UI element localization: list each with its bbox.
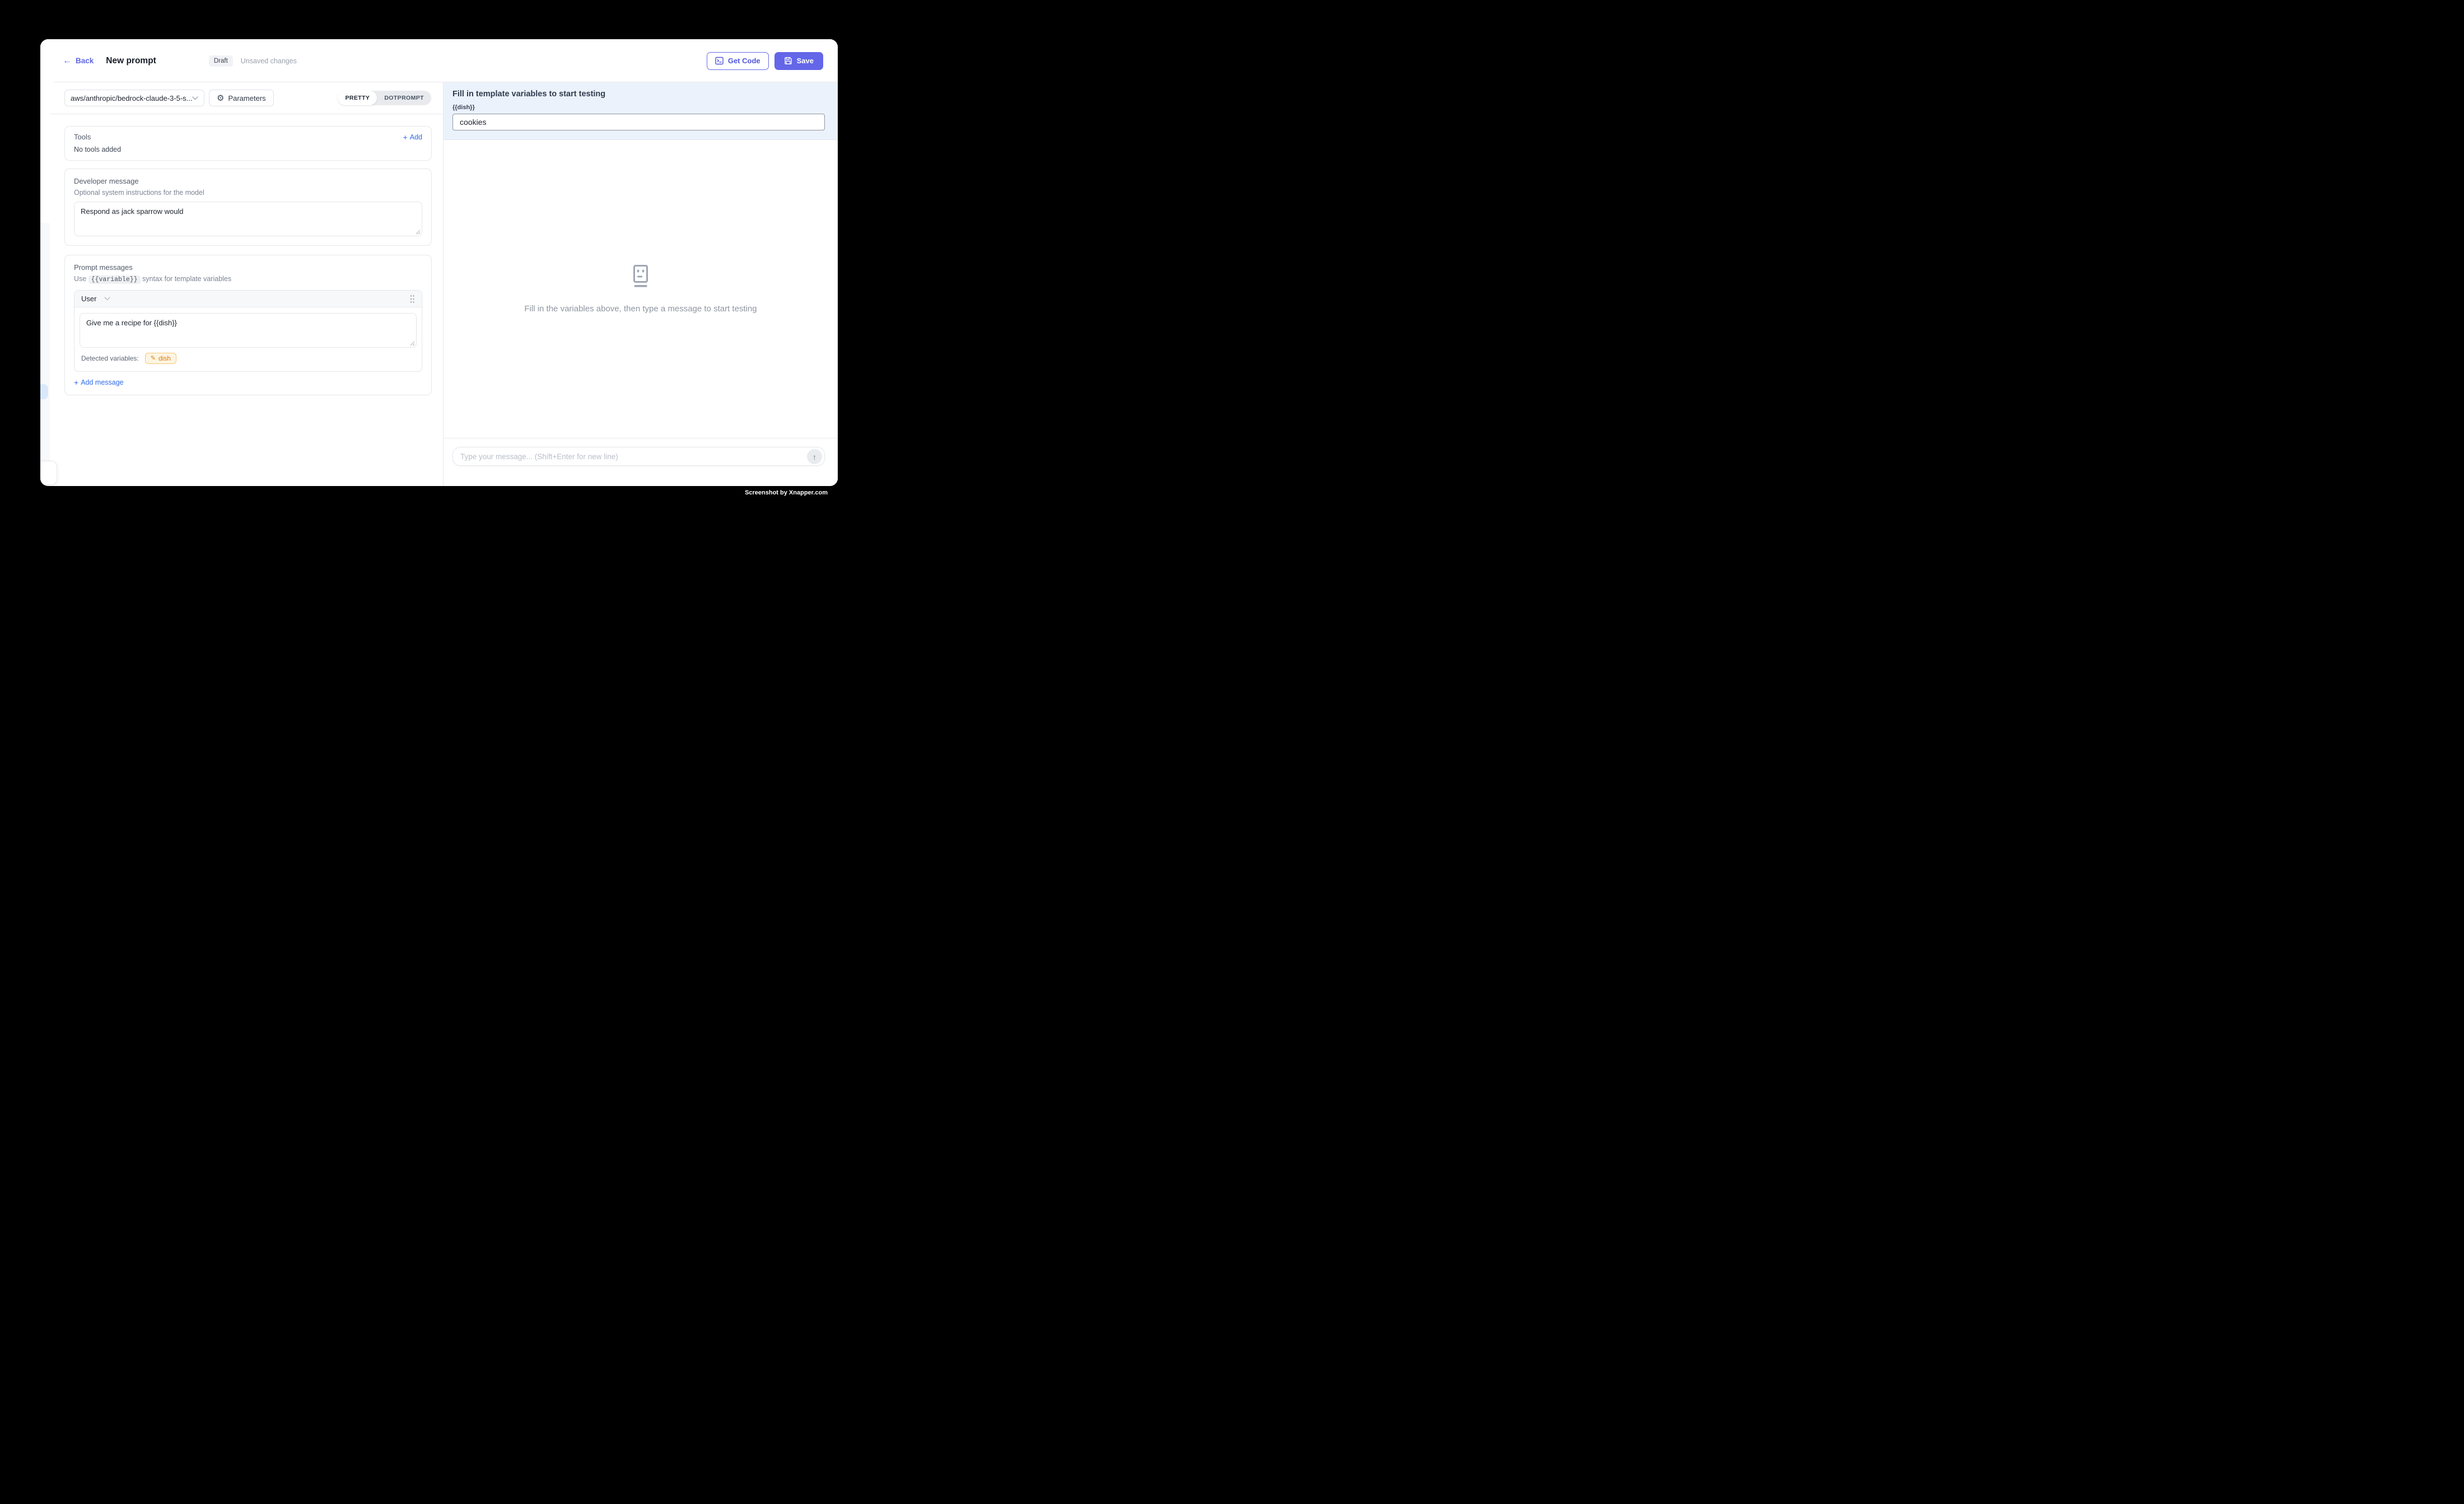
gear-icon: ⚙ [217,94,224,102]
collapsed-sidebar-strip [40,82,50,486]
terminal-icon [715,57,724,65]
developer-message-textarea[interactable]: Respond as jack sparrow would [74,202,422,236]
developer-message-card: Developer message Optional system instru… [64,169,432,246]
sidebar-popover-fragment [40,461,57,485]
editor-content: Tools + Add No tools added Developer mes… [50,114,443,486]
save-button[interactable]: Save [774,52,823,70]
add-tool-button[interactable]: + Add [403,133,422,141]
template-variables-section: Fill in template variables to start test… [444,82,838,140]
save-icon [784,57,792,65]
prompt-messages-card: Prompt messages Use {{variable}} syntax … [64,255,432,395]
drag-handle-icon[interactable] [409,295,415,303]
prompt-message-block: User Give me a recipe for {{dish}} [74,290,422,372]
send-button[interactable]: ↑ [807,449,822,464]
variable-chip-name: dish [158,354,171,362]
prompt-editor-window: ← Back New prompt Draft Unsaved changes … [40,39,838,486]
parameters-label: Parameters [228,94,265,102]
variable-value-input[interactable] [452,114,825,130]
subtitle-prefix: Use [74,275,86,283]
model-selector[interactable]: aws/anthropic/bedrock-claude-3-5-s... [64,90,204,106]
role-select-value[interactable]: User [81,295,96,303]
sidebar-active-item-fragment [40,384,48,399]
editor-panel: aws/anthropic/bedrock-claude-3-5-s... ⚙ … [50,82,443,486]
view-mode-toggle: PRETTY DOTPROMPT [338,91,431,105]
developer-message-title: Developer message [74,177,422,185]
chat-empty-state: Fill in the variables above, then type a… [444,140,838,438]
plus-icon: + [74,379,78,386]
pencil-icon: ✎ [151,356,156,362]
add-message-label: Add message [81,379,123,386]
add-message-button[interactable]: + Add message [74,379,422,386]
parameters-button[interactable]: ⚙ Parameters [209,90,274,106]
chevron-down-icon[interactable] [104,297,110,301]
page-title: New prompt [106,56,156,66]
chat-message-input[interactable] [453,447,824,465]
robot-face-icon [629,265,652,289]
back-button[interactable]: ← Back [63,57,94,66]
detected-variables-row: Detected variables: ✎ dish [74,348,422,371]
prompt-messages-title: Prompt messages [74,263,422,272]
status-badge: Draft [209,55,233,67]
variable-chip-dish[interactable]: ✎ dish [145,353,176,364]
chevron-down-icon [192,96,198,100]
message-role-row: User [74,291,422,307]
send-arrow-icon: ↑ [813,453,816,461]
editor-toolbar: aws/anthropic/bedrock-claude-3-5-s... ⚙ … [50,82,443,114]
developer-message-subtitle: Optional system instructions for the mod… [74,189,422,197]
unsaved-changes-text: Unsaved changes [241,57,297,65]
variable-key-label: {{dish}} [452,104,825,111]
tools-card: Tools + Add No tools added [64,126,432,161]
model-selector-value: aws/anthropic/bedrock-claude-3-5-s... [71,94,192,102]
test-panel: Fill in template variables to start test… [443,82,838,486]
chat-empty-text: Fill in the variables above, then type a… [524,304,757,314]
get-code-label: Get Code [728,57,760,65]
toggle-dotprompt[interactable]: DOTPROMPT [377,91,431,105]
watermark-text: Screenshot by Xnapper.com [745,489,828,496]
subtitle-suffix: syntax for template variables [142,275,231,283]
add-tool-label: Add [410,133,422,141]
detected-variables-label: Detected variables: [81,354,139,362]
prompt-messages-subtitle: Use {{variable}} syntax for template var… [74,275,422,283]
chat-input-area: ↑ [444,438,838,486]
back-label: Back [76,57,94,65]
get-code-button[interactable]: Get Code [707,52,769,70]
variable-syntax-chip: {{variable}} [88,275,141,284]
plus-icon: + [403,133,408,141]
chat-input-row: ↑ [452,447,825,466]
template-variables-title: Fill in template variables to start test… [452,90,825,99]
tools-empty-text: No tools added [74,146,422,153]
user-message-textarea[interactable]: Give me a recipe for {{dish}} [80,313,417,348]
back-arrow-icon: ← [63,57,72,66]
header-bar: ← Back New prompt Draft Unsaved changes … [40,39,838,82]
toggle-pretty[interactable]: PRETTY [338,91,377,105]
tools-title: Tools [74,133,91,141]
save-label: Save [797,57,814,65]
